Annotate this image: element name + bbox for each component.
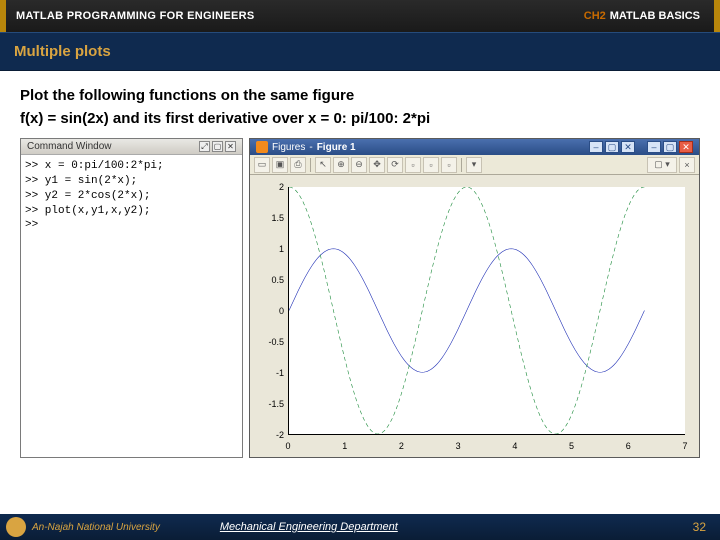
task-line-2: f(x) = sin(2x) and its first derivative … — [20, 110, 430, 127]
task-text: Plot the following functions on the same… — [20, 85, 700, 130]
fig-minimize-button[interactable]: – — [647, 141, 661, 153]
university-logo-icon — [6, 517, 26, 537]
top-bar: MATLAB PROGRAMMING FOR ENGINEERS CH2 MATL… — [0, 0, 720, 32]
command-window: Command Window ⤢ ▢ ✕ >> x = 0:pi/100:2*p… — [20, 138, 243, 458]
toolbar-button[interactable]: ⟳ — [387, 157, 403, 173]
y-tick-label: -2 — [258, 430, 284, 440]
x-tick-label: 7 — [682, 441, 687, 451]
figures-label: Figures — [272, 142, 305, 153]
toolbar-pin[interactable]: × — [679, 157, 695, 173]
top-accent-right — [714, 0, 720, 32]
cmd-close-button[interactable]: ✕ — [225, 141, 236, 152]
course-title: MATLAB PROGRAMMING FOR ENGINEERS — [6, 10, 584, 22]
y-tick-label: -1 — [258, 368, 284, 378]
university-name: An-Najah National University — [32, 522, 160, 533]
toolbar-button[interactable]: ↖ — [315, 157, 331, 173]
department-name: Mechanical Engineering Department — [220, 521, 398, 533]
task-line-1: Plot the following functions on the same… — [20, 87, 354, 104]
screenshot-area: Command Window ⤢ ▢ ✕ >> x = 0:pi/100:2*p… — [20, 138, 700, 458]
y-tick-label: 0 — [258, 306, 284, 316]
plot-lines — [289, 187, 685, 434]
y-tick-label: -1.5 — [258, 399, 284, 409]
command-window-titlebar: Command Window ⤢ ▢ ✕ — [21, 139, 242, 155]
subtitle-bar: Multiple plots — [0, 32, 720, 71]
x-tick-label: 6 — [626, 441, 631, 451]
chapter-num: CH2 — [584, 10, 606, 22]
fig-maximize-button[interactable]: ▢ — [663, 141, 677, 153]
toolbar-button[interactable]: ▭ — [254, 157, 270, 173]
chapter-title: CH2 MATLAB BASICS — [584, 10, 714, 22]
toolbar-button[interactable]: ▫ — [423, 157, 439, 173]
x-tick-label: 5 — [569, 441, 574, 451]
x-tick-label: 2 — [399, 441, 404, 451]
toolbar-button[interactable]: ⊕ — [333, 157, 349, 173]
toolbar-button[interactable]: ⊖ — [351, 157, 367, 173]
toolbar-button[interactable]: ▫ — [441, 157, 457, 173]
fig-close-small-button[interactable]: ✕ — [621, 141, 635, 153]
figure-canvas: -2 -1.5 -1 -0.5 0 0.5 1 1.5 2 0 1 2 3 4 5 6 7 — [250, 175, 699, 457]
y-tick-label: 0.5 — [258, 275, 284, 285]
x-tick-label: 1 — [342, 441, 347, 451]
matlab-logo-icon — [256, 141, 268, 153]
y-tick-label: -0.5 — [258, 337, 284, 347]
cmd-undock-button[interactable]: ⤢ — [199, 141, 210, 152]
slide-body: Plot the following functions on the same… — [0, 71, 720, 472]
command-window-title: Command Window — [27, 141, 197, 152]
toolbar-separator — [310, 158, 311, 172]
y-tick-label: 1 — [258, 244, 284, 254]
toolbar-button[interactable]: ▾ — [466, 157, 482, 173]
y-tick-label: 1.5 — [258, 213, 284, 223]
fig-close-button[interactable]: ✕ — [679, 141, 693, 153]
toolbar-button[interactable]: ⎙ — [290, 157, 306, 173]
slide-subtitle: Multiple plots — [0, 33, 720, 70]
series-sin(2x) — [289, 249, 644, 373]
toolbar-separator — [461, 158, 462, 172]
footer: An-Najah National University Mechanical … — [0, 514, 720, 540]
cmd-maximize-button[interactable]: ▢ — [212, 141, 223, 152]
figure-titlebar: Figures - Figure 1 – ▢ ✕ – ▢ ✕ — [250, 139, 699, 155]
x-tick-label: 4 — [512, 441, 517, 451]
axes — [288, 187, 685, 435]
command-window-body[interactable]: >> x = 0:pi/100:2*pi; >> y1 = sin(2*x); … — [21, 155, 242, 457]
figure-title: Figure 1 — [317, 142, 587, 153]
toolbar-button[interactable]: ✥ — [369, 157, 385, 173]
toolbar-button[interactable]: ▫ — [405, 157, 421, 173]
figure-window: Figures - Figure 1 – ▢ ✕ – ▢ ✕ ▭▣⎙↖⊕⊖✥⟳▫… — [249, 138, 700, 458]
x-tick-label: 0 — [285, 441, 290, 451]
page-number: 32 — [693, 520, 706, 534]
fig-restore-small-button[interactable]: – — [589, 141, 603, 153]
y-tick-label: 2 — [258, 182, 284, 192]
chapter-text: MATLAB BASICS — [610, 10, 700, 22]
fig-max-small-button[interactable]: ▢ — [605, 141, 619, 153]
x-tick-label: 3 — [456, 441, 461, 451]
toolbar-button[interactable]: ▣ — [272, 157, 288, 173]
toolbar-dropdown[interactable]: ▢ ▾ — [647, 157, 677, 173]
figure-toolbar: ▭▣⎙↖⊕⊖✥⟳▫▫▫▾▢ ▾× — [250, 155, 699, 175]
